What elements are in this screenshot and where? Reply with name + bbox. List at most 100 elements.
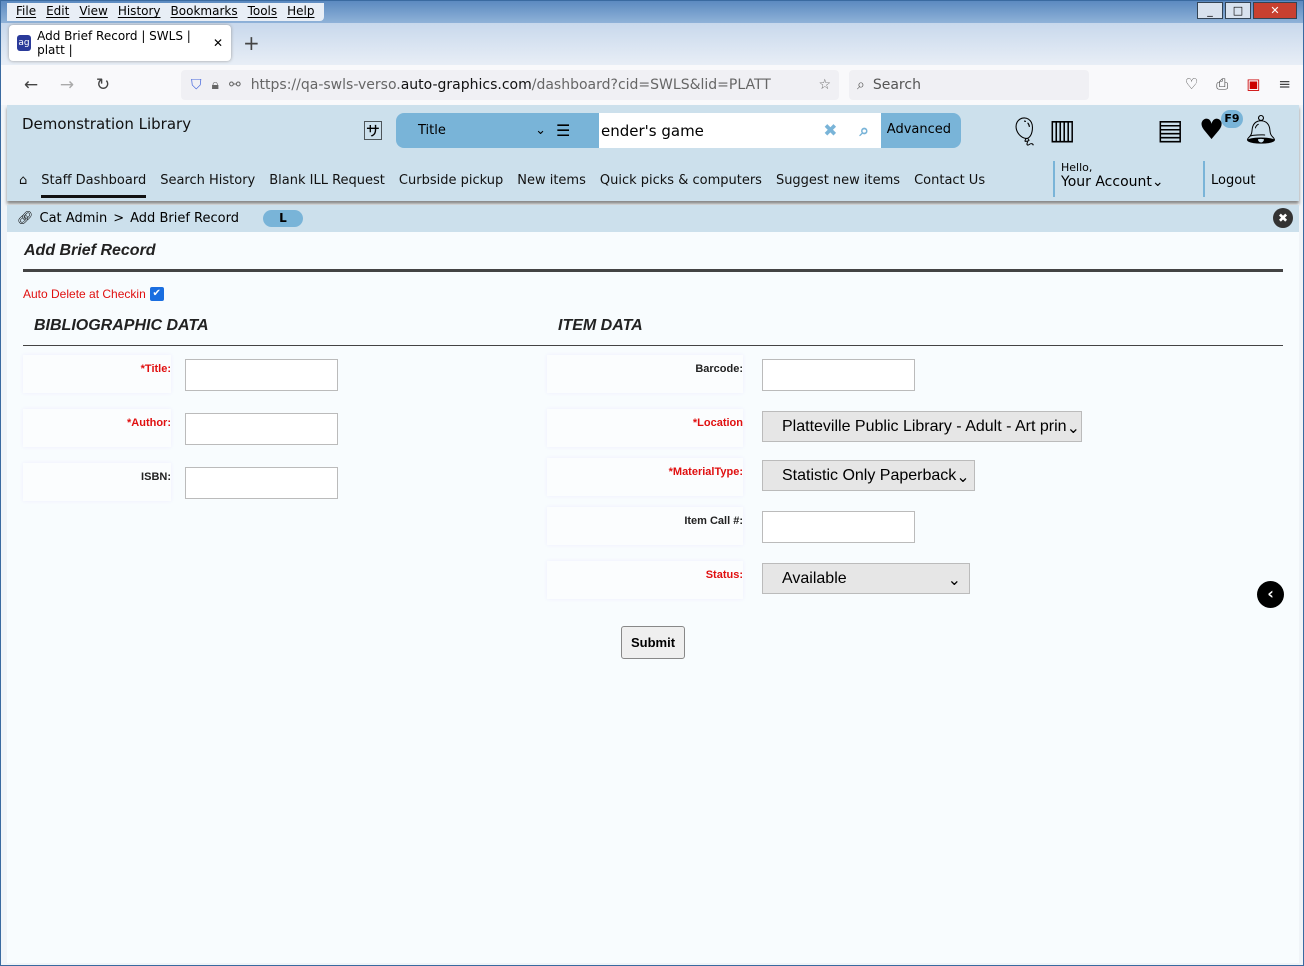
permissions-icon: ⚯ [228, 77, 241, 93]
f9-badge: F9 [1221, 110, 1243, 128]
menu-history[interactable]: History [113, 3, 166, 21]
breadcrumb-cat-admin[interactable]: Cat Admin [40, 211, 108, 226]
account-label: Your Account [1061, 174, 1152, 190]
auto-delete-label: Auto Delete at Checkin [23, 287, 146, 301]
status-select[interactable]: Available ⌄ [762, 563, 970, 594]
nav-staff-dashboard[interactable]: Staff Dashboard [41, 173, 147, 198]
shield-icon: ⛉ [191, 77, 202, 93]
status-label: Status: [547, 561, 743, 599]
search-type-select[interactable]: Title ⌄ [396, 123, 556, 138]
location-value: Platteville Public Library - Adult - Art… [782, 418, 1067, 435]
isbn-label: ISBN: [23, 463, 171, 501]
auto-delete-checkbox[interactable]: ✔ [149, 287, 164, 301]
database-icon[interactable]: ☰ [556, 121, 570, 140]
search-placeholder: Search [872, 77, 921, 93]
bell-icon[interactable]: 🔔︎ [1243, 113, 1279, 146]
browser-tab[interactable]: ag Add Brief Record | SWLS | platt | ✕ [9, 25, 231, 61]
auto-delete-option: Auto Delete at Checkin ✔ [23, 287, 164, 301]
close-tab-icon[interactable]: ✕ [213, 36, 223, 50]
item-call-number-label: Item Call #: [547, 507, 743, 545]
item-call-number-input[interactable] [762, 511, 915, 543]
nav-new-items[interactable]: New items [517, 173, 586, 198]
maximize-button[interactable]: □ [1225, 2, 1251, 19]
hello-label: Hello, [1061, 161, 1093, 174]
advanced-search-button[interactable]: Advanced [887, 122, 951, 137]
list-icon[interactable]: ▤ [1157, 113, 1183, 146]
chevron-down-icon: ⌄ [535, 123, 546, 138]
title-label: *Title: [23, 355, 171, 393]
menu-bookmarks[interactable]: Bookmarks [166, 3, 243, 21]
nav-curbside-pickup[interactable]: Curbside pickup [399, 173, 503, 198]
browser-window: _ □ ✕ File Edit View History Bookmarks Too… [0, 0, 1304, 966]
close-window-button[interactable]: ✕ [1253, 2, 1297, 19]
nav-blank-ill-request[interactable]: Blank ILL Request [269, 173, 385, 198]
search-icon: ⌕ [857, 77, 865, 93]
app-menu-icon[interactable]: ≡ [1278, 75, 1291, 93]
material-type-value: Statistic Only Paperback [782, 467, 957, 484]
bookmark-star-icon[interactable]: ☆ [818, 77, 831, 93]
search-value: ender's game [601, 121, 704, 140]
bib-data-heading: BIBLIOGRAPHIC DATA [34, 317, 209, 334]
chevron-down-icon: ⌄ [1151, 174, 1164, 190]
menu-view[interactable]: View [74, 3, 112, 21]
barcode-input[interactable] [762, 359, 915, 391]
logout-link[interactable]: Logout [1203, 161, 1256, 197]
link-icon: 🔗︎ [17, 211, 34, 226]
breadcrumb: 🔗︎ Cat Admin > Add Brief Record L [7, 205, 1299, 232]
library-name: Demonstration Library [22, 115, 192, 133]
search-icon[interactable]: ⌕ [859, 121, 869, 141]
tab-strip: ag Add Brief Record | SWLS | platt | ✕ + [1, 23, 1303, 65]
minimize-button[interactable]: _ [1197, 2, 1223, 19]
menu-bar: File Edit View History Bookmarks Tools H… [7, 3, 324, 21]
main-nav: ⌂ Staff Dashboard Search History Blank I… [19, 173, 985, 198]
divider [23, 269, 1283, 272]
nav-search-history[interactable]: Search History [160, 173, 255, 198]
forward-icon[interactable]: → [49, 75, 85, 95]
chevron-down-icon: ⌄ [1066, 420, 1080, 437]
lock-icon: 🔒︎ [211, 77, 219, 93]
catalog-search-icon[interactable]: ▥ [1049, 113, 1075, 146]
url-bar[interactable]: ⛉ 🔒︎ ⚯ https://qa-swls-verso.auto-graphi… [181, 70, 839, 100]
reload-icon[interactable]: ↻ [85, 75, 121, 95]
pocket-icon[interactable]: ♡ [1185, 75, 1198, 93]
new-tab-button[interactable]: + [243, 31, 260, 55]
home-icon[interactable]: ⌂ [19, 173, 27, 198]
nav-toolbar: ← → ↻ ⛉ 🔒︎ ⚯ https://qa-swls-verso.auto-… [1, 65, 1303, 105]
menu-help[interactable]: Help [282, 3, 319, 21]
breadcrumb-pill[interactable]: L [262, 210, 303, 227]
nav-quick-picks[interactable]: Quick picks & computers [600, 173, 762, 198]
breadcrumb-separator: > [113, 211, 125, 226]
breadcrumb-current: Add Brief Record [130, 211, 239, 226]
nav-suggest-new-items[interactable]: Suggest new items [776, 173, 900, 198]
back-icon[interactable]: ← [13, 75, 49, 95]
isbn-input[interactable] [185, 467, 338, 499]
nav-contact-us[interactable]: Contact Us [914, 173, 985, 198]
account-menu[interactable]: Hello, Your Account⌄ [1053, 161, 1164, 197]
chevron-left-icon[interactable]: ‹ [1257, 581, 1284, 608]
menu-file[interactable]: File [11, 3, 41, 21]
balloon-icon[interactable]: 🎈︎ [1007, 115, 1043, 148]
browser-search-input[interactable]: ⌕ Search [849, 70, 1089, 100]
search-bar: Title ⌄ ☰ ender's game ✖ ⌕ Advanced [396, 113, 961, 148]
chevron-down-icon: ⌄ [956, 469, 970, 486]
extension-icon[interactable]: ▣ [1246, 75, 1260, 93]
title-input[interactable] [185, 359, 338, 391]
language-translate-icon[interactable]: 🈂︎ [363, 115, 383, 144]
chevron-down-icon: ⌄ [947, 572, 961, 589]
url-domain: auto-graphics.com [400, 77, 532, 93]
clear-search-icon[interactable]: ✖ [823, 121, 837, 141]
url-prefix: https://qa-swls-verso. [250, 77, 401, 93]
site-header: Demonstration Library 🈂︎ Title ⌄ ☰ ender'… [7, 105, 1299, 201]
site-favicon-icon: ag [17, 35, 32, 51]
submit-button[interactable]: Submit [621, 626, 685, 659]
menu-tools[interactable]: Tools [243, 3, 283, 21]
material-type-label: *MaterialType: [547, 458, 743, 496]
author-input[interactable] [185, 413, 338, 445]
location-select[interactable]: Platteville Public Library - Adult - Art… [762, 411, 1082, 442]
barcode-label: Barcode: [547, 355, 743, 393]
print-icon[interactable]: ⎙ [1216, 75, 1228, 93]
catalog-search-input[interactable]: ender's game ✖ ⌕ [599, 113, 881, 148]
close-icon[interactable]: ✖ [1273, 208, 1293, 228]
menu-edit[interactable]: Edit [41, 3, 74, 21]
material-type-select[interactable]: Statistic Only Paperback ⌄ [762, 460, 975, 491]
